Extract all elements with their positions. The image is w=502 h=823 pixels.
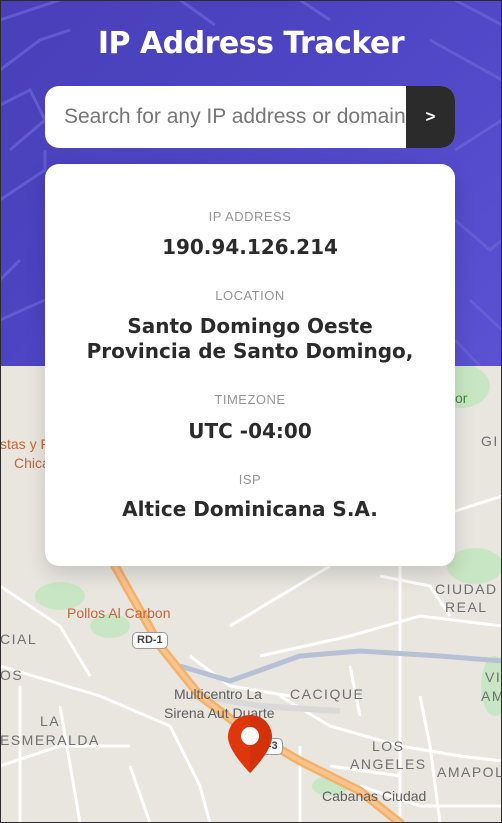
search-input[interactable] — [45, 86, 406, 148]
page-title: IP Address Tracker — [97, 26, 405, 61]
map-poi-or: or — [455, 390, 468, 406]
isp-label: ISP — [238, 472, 262, 487]
map-poi-cabanas: Cabanas Ciudad — [322, 788, 427, 804]
map-label-real: REAL — [445, 599, 488, 615]
search-bar: > — [45, 86, 455, 148]
map-label-la: LA — [40, 713, 61, 729]
ip-address-value: 190.94.126.214 — [162, 235, 338, 259]
chevron-right-icon: > — [425, 107, 436, 126]
map-label-os: OS — [0, 667, 24, 683]
search-submit-button[interactable]: > — [406, 86, 455, 148]
map-label-cial: CIAL — [0, 631, 38, 647]
road-shield-rd1: RD-1 — [132, 632, 168, 649]
location-pin-icon[interactable] — [226, 713, 274, 775]
map-label-cacique: CACIQUE — [290, 686, 365, 702]
map-label-los: LOS — [372, 738, 405, 754]
ip-address-label: IP ADDRESS — [208, 209, 292, 224]
location-value-line2: Provincia de Santo Domingo, — [86, 339, 414, 363]
map-label-ciudad: CIUDAD — [435, 581, 498, 597]
map-label-gi: GI — [481, 433, 499, 449]
map-label-esmeralda: ESMERALDA — [0, 732, 100, 748]
map-label-vi: VI — [485, 669, 502, 685]
timezone-value: UTC -04:00 — [188, 419, 312, 443]
timezone-label: TIMEZONE — [214, 392, 286, 407]
location-label: LOCATION — [215, 288, 285, 303]
map-label-amapol: AMAPOL — [437, 764, 502, 780]
map-poi-tas: stas y F — [0, 436, 50, 452]
map-poi-pollos: Pollos Al Carbon — [67, 605, 171, 621]
map-poi-multicentro-1: Multicentro La — [174, 686, 262, 702]
ip-info-card: IP ADDRESS 190.94.126.214 LOCATION Santo… — [45, 164, 455, 566]
map-label-angeles: ANGELES — [350, 756, 427, 772]
location-value-line1: Santo Domingo Oeste — [127, 314, 373, 338]
isp-value: Altice Dominicana S.A. — [122, 497, 378, 521]
map-label-am: AM — [481, 688, 502, 704]
